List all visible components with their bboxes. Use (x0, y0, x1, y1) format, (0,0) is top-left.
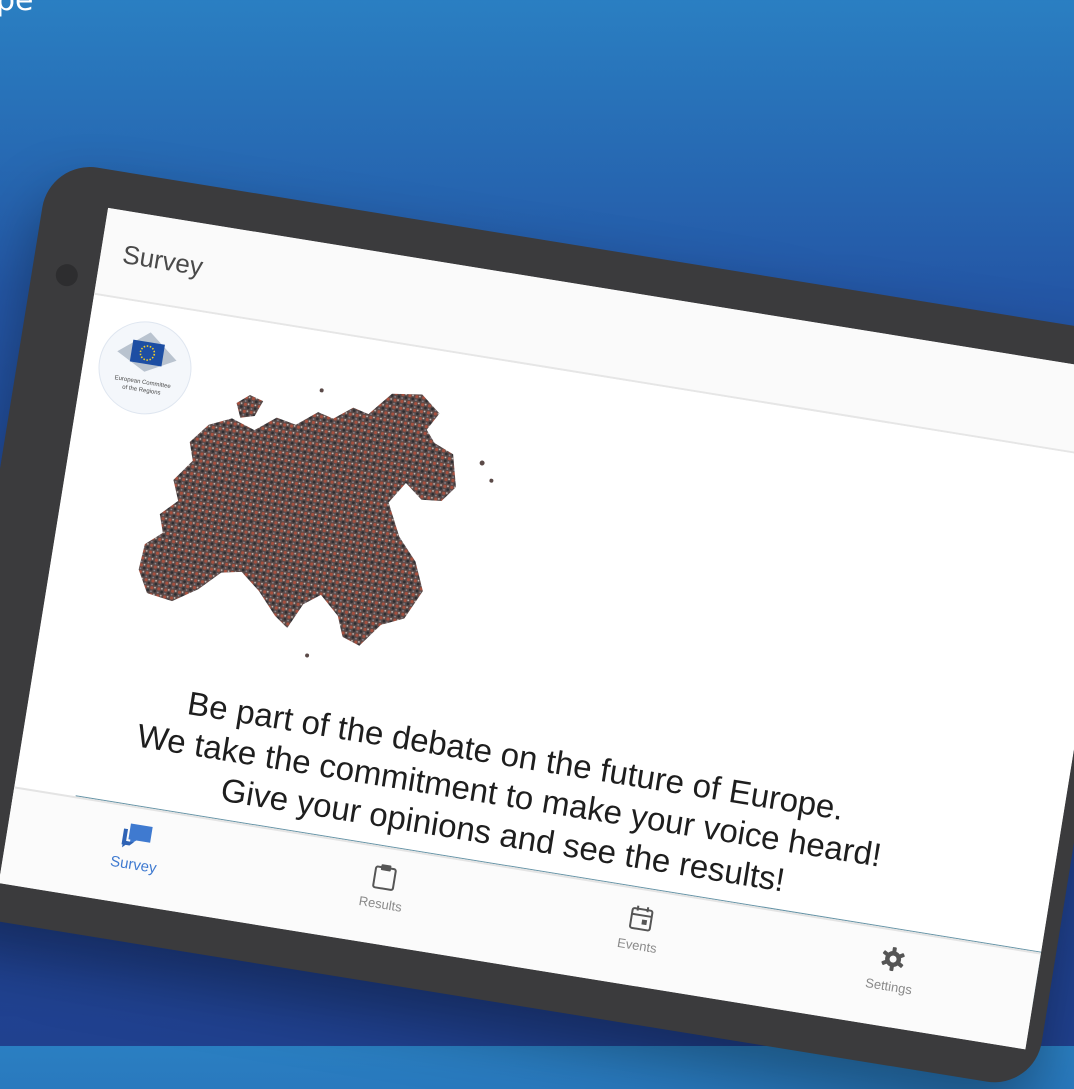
nav-item-survey[interactable]: Survey (73, 813, 200, 883)
nav-label-settings: Settings (864, 975, 914, 998)
nav-item-results[interactable]: Results (320, 853, 446, 921)
background-edge-text-top: pe (0, 0, 34, 18)
clipboard-icon (372, 864, 397, 891)
nav-item-settings[interactable]: Settings (828, 936, 954, 1004)
camera-dot (54, 262, 80, 288)
chat-bubbles-icon (121, 823, 153, 848)
nav-label-events: Events (616, 934, 658, 957)
calendar-icon (629, 905, 654, 932)
nav-item-events[interactable]: Events (577, 895, 703, 963)
tablet-device: Survey European Committee of the Regions (0, 160, 1074, 1089)
gear-icon (881, 947, 905, 972)
page-title: Survey (120, 239, 206, 282)
nav-label-survey: Survey (108, 852, 158, 878)
europe-crowd-map (138, 388, 494, 658)
app-screen: Survey European Committee of the Regions (0, 207, 1074, 1050)
nav-label-results: Results (357, 893, 403, 915)
